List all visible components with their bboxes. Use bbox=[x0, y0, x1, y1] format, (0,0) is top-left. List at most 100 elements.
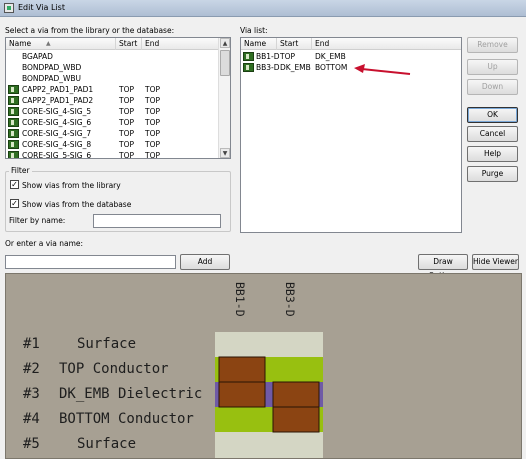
column-header-start-label: Start bbox=[119, 39, 138, 48]
via-item-start: DK_EMB bbox=[280, 63, 311, 72]
via-list-label: Via list: bbox=[240, 26, 268, 35]
via-bb3-d-pad-bottom bbox=[272, 406, 320, 433]
layer-number: #5 bbox=[23, 436, 40, 452]
via-column-header-end-label: End bbox=[315, 39, 330, 48]
library-list-item[interactable]: CORE-SIG_5-SIG_6 TOP TOP bbox=[6, 150, 219, 159]
library-list-item[interactable]: CORE-SIG_4-SIG_7 TOP TOP bbox=[6, 128, 219, 139]
scroll-up-arrow-icon[interactable]: ▲ bbox=[220, 38, 230, 48]
via-icon bbox=[243, 63, 254, 72]
scroll-down-arrow-icon[interactable]: ▼ bbox=[220, 148, 230, 158]
filter-group-label: Filter bbox=[9, 166, 32, 175]
via-icon bbox=[8, 118, 19, 127]
remove-button[interactable]: Remove bbox=[467, 37, 518, 53]
library-item-name: CORE-SIG_4-SIG_7 bbox=[22, 129, 92, 138]
via-column-header-start-label: Start bbox=[280, 39, 299, 48]
via-icon bbox=[8, 151, 19, 158]
via-column-header-name-label: Name bbox=[244, 39, 267, 48]
via-icon bbox=[8, 85, 19, 94]
stackup-drawing bbox=[215, 332, 323, 458]
via-list-header: Name Start End bbox=[241, 38, 461, 50]
sort-ascending-icon: ▲ bbox=[46, 40, 51, 47]
library-list-item[interactable]: BONDPAD_WBD bbox=[6, 62, 219, 73]
column-header-name[interactable]: Name bbox=[6, 38, 116, 50]
via-column-header-start[interactable]: Start bbox=[277, 38, 312, 50]
via-icon bbox=[8, 107, 19, 116]
library-list-item[interactable]: CORE-SIG_4-SIG_6 TOP TOP bbox=[6, 117, 219, 128]
show-library-label: Show vias from the library bbox=[22, 181, 121, 190]
library-item-name: CORE-SIG_5-SIG_6 bbox=[22, 151, 92, 159]
column-header-start[interactable]: Start bbox=[116, 38, 142, 50]
layer-surface-bottom bbox=[215, 432, 323, 458]
layer-name: TOP Conductor bbox=[59, 361, 169, 377]
hide-viewer-button[interactable]: Hide Viewer bbox=[472, 254, 519, 270]
via-item-name: BB3-D bbox=[256, 63, 280, 72]
draw-options-button[interactable]: Draw Options bbox=[418, 254, 468, 280]
library-list-item[interactable]: BGAPAD bbox=[6, 51, 219, 62]
via-list-item[interactable]: BB1-D TOP DK_EMB bbox=[241, 51, 461, 62]
via-icon bbox=[8, 140, 19, 149]
library-item-end: TOP bbox=[145, 85, 161, 94]
library-list-item[interactable]: CAPP2_PAD1_PAD2 TOP TOP bbox=[6, 95, 219, 106]
library-item-end: TOP bbox=[145, 129, 161, 138]
via-column-header-name[interactable]: Name bbox=[241, 38, 277, 50]
via-name-input[interactable] bbox=[5, 255, 176, 269]
title-bar[interactable]: Edit Via List bbox=[0, 0, 526, 17]
library-item-name: BGAPAD bbox=[22, 52, 53, 61]
annotation-arrow-icon bbox=[354, 64, 411, 75]
via-list[interactable]: Name Start End BB1-D TOP DK_EMB BB3-D DK_EMB… bbox=[240, 37, 462, 233]
library-list-item[interactable]: CORE-SIG_4-SIG_8 TOP TOP bbox=[6, 139, 219, 150]
ok-button[interactable]: OK bbox=[467, 107, 518, 123]
library-list-item[interactable]: CORE-SIG_4-SIG_5 TOP TOP bbox=[6, 106, 219, 117]
library-item-start: TOP bbox=[119, 107, 135, 116]
library-item-end: TOP bbox=[145, 151, 161, 159]
stackup-viewer[interactable]: BB1-D BB3-D #1 Surface #2 TOP Conductor #3 DK… bbox=[5, 273, 522, 459]
via-bb3-d-pad-top bbox=[272, 381, 320, 408]
show-library-checkbox[interactable]: ✓ bbox=[10, 180, 19, 189]
library-list-rows: BGAPAD BONDPAD_WBD BONDPAD_WBU CAPP2_PAD1_P… bbox=[6, 51, 219, 159]
library-list-item[interactable]: CAPP2_PAD1_PAD1 TOP TOP bbox=[6, 84, 219, 95]
via-column-header-end[interactable]: End bbox=[312, 38, 461, 50]
viewer-column-bb1-d: BB1-D bbox=[233, 282, 247, 317]
viewer-column-bb3-d: BB3-D bbox=[283, 282, 297, 317]
library-item-name: BONDPAD_WBD bbox=[22, 63, 82, 72]
library-item-end: TOP bbox=[145, 118, 161, 127]
library-item-name: CORE-SIG_4-SIG_5 bbox=[22, 107, 92, 116]
library-item-name: CAPP2_PAD1_PAD1 bbox=[22, 85, 94, 94]
library-list-header: Name ▲ Start End bbox=[6, 38, 219, 50]
library-item-name: BONDPAD_WBU bbox=[22, 74, 82, 83]
cancel-button[interactable]: Cancel bbox=[467, 126, 518, 142]
library-item-name: CORE-SIG_4-SIG_8 bbox=[22, 140, 92, 149]
via-name-label: Or enter a via name: bbox=[5, 239, 84, 248]
layer-name: DK_EMB Dielectric bbox=[59, 386, 203, 402]
filter-by-name-input[interactable] bbox=[93, 214, 221, 228]
library-item-start: TOP bbox=[119, 96, 135, 105]
library-list-label: Select a via from the library or the dat… bbox=[5, 26, 175, 35]
layer-number: #4 bbox=[23, 411, 40, 427]
library-list-item[interactable]: BONDPAD_WBU bbox=[6, 73, 219, 84]
add-button[interactable]: Add bbox=[180, 254, 230, 270]
column-header-name-label: Name bbox=[9, 39, 32, 48]
via-bb1-d-pad-bottom bbox=[218, 381, 266, 408]
layer-number: #1 bbox=[23, 336, 40, 352]
purge-button[interactable]: Purge bbox=[467, 166, 518, 182]
layer-name: Surface bbox=[77, 436, 137, 452]
up-button[interactable]: Up bbox=[467, 59, 518, 75]
show-database-checkbox[interactable]: ✓ bbox=[10, 199, 19, 208]
via-icon bbox=[8, 96, 19, 105]
layer-number: #2 bbox=[23, 361, 40, 377]
column-header-end-label: End bbox=[145, 39, 160, 48]
library-item-name: CAPP2_PAD1_PAD2 bbox=[22, 96, 94, 105]
down-button[interactable]: Down bbox=[467, 79, 518, 95]
column-header-end[interactable]: End bbox=[142, 38, 219, 50]
layer-surface-top bbox=[215, 332, 323, 357]
scroll-thumb[interactable] bbox=[220, 50, 230, 76]
library-item-end: TOP bbox=[145, 140, 161, 149]
layer-number: #3 bbox=[23, 386, 40, 402]
library-via-list[interactable]: Name ▲ Start End BGAPAD BONDPAD_WBD BONDPA… bbox=[5, 37, 231, 159]
library-list-scrollbar[interactable]: ▲ ▼ bbox=[218, 38, 230, 158]
help-button[interactable]: Help bbox=[467, 146, 518, 162]
library-item-start: TOP bbox=[119, 151, 135, 159]
via-bb1-d-pad-top bbox=[218, 356, 266, 383]
via-item-start: TOP bbox=[280, 52, 296, 61]
via-icon bbox=[8, 129, 19, 138]
